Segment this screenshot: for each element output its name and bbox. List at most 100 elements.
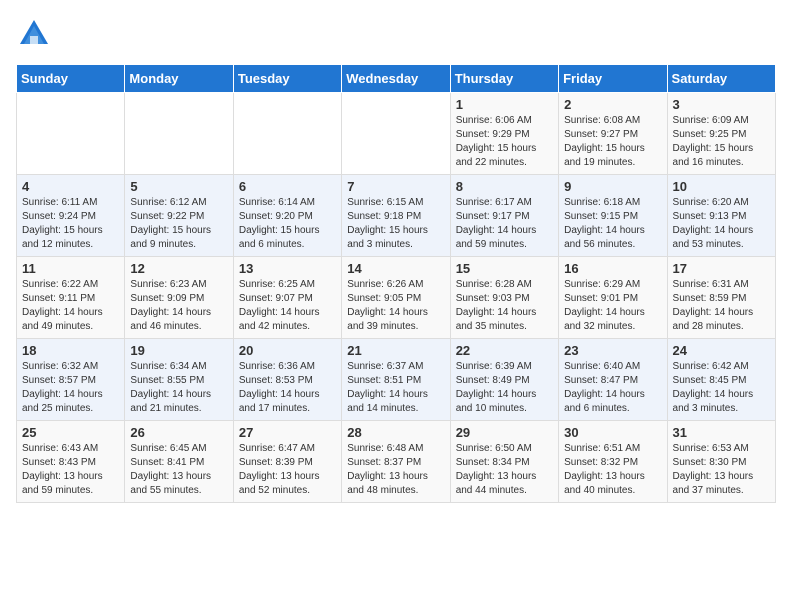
day-number: 15: [456, 261, 553, 276]
day-cell-15: 15 Sunrise: 6:28 AM Sunset: 9:03 PM Dayli…: [450, 257, 558, 339]
day-cell-17: 17Sunrise: 6:31 AM Sunset: 8:59 PM Dayli…: [667, 257, 775, 339]
day-info: Sunrise: 6:28 AM Sunset: 9:03 PM Dayligh…: [456, 278, 553, 334]
day-number: 29: [456, 425, 553, 440]
day-header-sunday: Sunday: [17, 65, 125, 93]
day-info: Sunrise: 6:15 AM Sunset: 9:18 PM Dayligh…: [347, 196, 444, 252]
day-info: Sunrise: 6:12 AM Sunset: 9:22 PM Dayligh…: [130, 196, 227, 252]
day-cell-4: 4 Sunrise: 6:11 AM Sunset: 9:24 PM Daylig…: [17, 175, 125, 257]
day-number: 23: [564, 343, 661, 358]
day-header-monday: Monday: [125, 65, 233, 93]
day-header-friday: Friday: [559, 65, 667, 93]
day-info: Sunrise: 6:36 AM Sunset: 8:53 PM Dayligh…: [239, 360, 336, 416]
week-row-5: 25 Sunrise: 6:43 AM Sunset: 8:43 PM Dayli…: [17, 421, 776, 503]
day-info: Sunrise: 6:39 AM Sunset: 8:49 PM Dayligh…: [456, 360, 553, 416]
calendar-table: SundayMondayTuesdayWednesdayThursdayFrid…: [16, 64, 776, 503]
day-number: 1: [456, 97, 553, 112]
day-cell-31: 31Sunrise: 6:53 AM Sunset: 8:30 PM Dayli…: [667, 421, 775, 503]
day-info: Sunrise: 6:40 AM Sunset: 8:47 PM Dayligh…: [564, 360, 661, 416]
day-info: Sunrise: 6:25 AM Sunset: 9:07 PM Dayligh…: [239, 278, 336, 334]
day-header-thursday: Thursday: [450, 65, 558, 93]
day-info: Sunrise: 6:29 AM Sunset: 9:01 PM Dayligh…: [564, 278, 661, 334]
day-cell-24: 24 Sunrise: 6:42 AM Sunset: 8:45 PM Dayli…: [667, 339, 775, 421]
day-number: 8: [456, 179, 553, 194]
day-cell-16: 16 Sunrise: 6:29 AM Sunset: 9:01 PM Dayli…: [559, 257, 667, 339]
day-cell-29: 29 Sunrise: 6:50 AM Sunset: 8:34 PM Dayli…: [450, 421, 558, 503]
day-info: Sunrise: 6:42 AM Sunset: 8:45 PM Dayligh…: [673, 360, 770, 416]
day-info: Sunrise: 6:17 AM Sunset: 9:17 PM Dayligh…: [456, 196, 553, 252]
week-row-4: 18 Sunrise: 6:32 AM Sunset: 8:57 PM Dayli…: [17, 339, 776, 421]
day-number: 27: [239, 425, 336, 440]
day-number: 3: [673, 97, 770, 112]
empty-cell: [342, 93, 450, 175]
logo: [16, 16, 56, 52]
day-cell-19: 19 Sunrise: 6:34 AM Sunset: 8:55 PM Dayli…: [125, 339, 233, 421]
day-info: Sunrise: 6:47 AM Sunset: 8:39 PM Dayligh…: [239, 442, 336, 498]
week-row-3: 11Sunrise: 6:22 AM Sunset: 9:11 PM Dayli…: [17, 257, 776, 339]
day-cell-13: 13 Sunrise: 6:25 AM Sunset: 9:07 PM Dayli…: [233, 257, 341, 339]
day-number: 20: [239, 343, 336, 358]
day-number: 16: [564, 261, 661, 276]
day-info: Sunrise: 6:32 AM Sunset: 8:57 PM Dayligh…: [22, 360, 119, 416]
day-cell-18: 18 Sunrise: 6:32 AM Sunset: 8:57 PM Dayli…: [17, 339, 125, 421]
day-cell-14: 14 Sunrise: 6:26 AM Sunset: 9:05 PM Dayli…: [342, 257, 450, 339]
day-info: Sunrise: 6:08 AM Sunset: 9:27 PM Dayligh…: [564, 114, 661, 170]
day-cell-3: 3 Sunrise: 6:09 AM Sunset: 9:25 PM Daylig…: [667, 93, 775, 175]
day-info: Sunrise: 6:09 AM Sunset: 9:25 PM Dayligh…: [673, 114, 770, 170]
day-number: 9: [564, 179, 661, 194]
day-number: 22: [456, 343, 553, 358]
day-cell-26: 26 Sunrise: 6:45 AM Sunset: 8:41 PM Dayli…: [125, 421, 233, 503]
day-cell-20: 20 Sunrise: 6:36 AM Sunset: 8:53 PM Dayli…: [233, 339, 341, 421]
day-info: Sunrise: 6:11 AM Sunset: 9:24 PM Dayligh…: [22, 196, 119, 252]
day-info: Sunrise: 6:50 AM Sunset: 8:34 PM Dayligh…: [456, 442, 553, 498]
day-info: Sunrise: 6:20 AM Sunset: 9:13 PM Dayligh…: [673, 196, 770, 252]
day-cell-10: 10 Sunrise: 6:20 AM Sunset: 9:13 PM Dayli…: [667, 175, 775, 257]
day-cell-30: 30Sunrise: 6:51 AM Sunset: 8:32 PM Dayli…: [559, 421, 667, 503]
day-cell-9: 9 Sunrise: 6:18 AM Sunset: 9:15 PM Daylig…: [559, 175, 667, 257]
day-info: Sunrise: 6:31 AM Sunset: 8:59 PM Dayligh…: [673, 278, 770, 334]
empty-cell: [17, 93, 125, 175]
day-number: 28: [347, 425, 444, 440]
day-number: 5: [130, 179, 227, 194]
day-info: Sunrise: 6:37 AM Sunset: 8:51 PM Dayligh…: [347, 360, 444, 416]
day-info: Sunrise: 6:06 AM Sunset: 9:29 PM Dayligh…: [456, 114, 553, 170]
logo-icon: [16, 16, 52, 52]
day-number: 2: [564, 97, 661, 112]
day-cell-7: 7 Sunrise: 6:15 AM Sunset: 9:18 PM Daylig…: [342, 175, 450, 257]
day-number: 7: [347, 179, 444, 194]
day-header-wednesday: Wednesday: [342, 65, 450, 93]
day-cell-27: 27 Sunrise: 6:47 AM Sunset: 8:39 PM Dayli…: [233, 421, 341, 503]
day-number: 26: [130, 425, 227, 440]
day-info: Sunrise: 6:43 AM Sunset: 8:43 PM Dayligh…: [22, 442, 119, 498]
day-number: 31: [673, 425, 770, 440]
day-cell-21: 21 Sunrise: 6:37 AM Sunset: 8:51 PM Dayli…: [342, 339, 450, 421]
week-row-1: 1 Sunrise: 6:06 AM Sunset: 9:29 PM Daylig…: [17, 93, 776, 175]
day-info: Sunrise: 6:26 AM Sunset: 9:05 PM Dayligh…: [347, 278, 444, 334]
day-info: Sunrise: 6:23 AM Sunset: 9:09 PM Dayligh…: [130, 278, 227, 334]
day-info: Sunrise: 6:48 AM Sunset: 8:37 PM Dayligh…: [347, 442, 444, 498]
day-info: Sunrise: 6:45 AM Sunset: 8:41 PM Dayligh…: [130, 442, 227, 498]
day-cell-25: 25 Sunrise: 6:43 AM Sunset: 8:43 PM Dayli…: [17, 421, 125, 503]
day-number: 18: [22, 343, 119, 358]
day-header-tuesday: Tuesday: [233, 65, 341, 93]
day-cell-6: 6Sunrise: 6:14 AM Sunset: 9:20 PM Daylig…: [233, 175, 341, 257]
day-cell-23: 23 Sunrise: 6:40 AM Sunset: 8:47 PM Dayli…: [559, 339, 667, 421]
empty-cell: [125, 93, 233, 175]
day-info: Sunrise: 6:34 AM Sunset: 8:55 PM Dayligh…: [130, 360, 227, 416]
day-number: 10: [673, 179, 770, 194]
day-number: 19: [130, 343, 227, 358]
page-header: [16, 16, 776, 52]
day-info: Sunrise: 6:51 AM Sunset: 8:32 PM Dayligh…: [564, 442, 661, 498]
day-cell-2: 2 Sunrise: 6:08 AM Sunset: 9:27 PM Daylig…: [559, 93, 667, 175]
day-header-saturday: Saturday: [667, 65, 775, 93]
day-info: Sunrise: 6:18 AM Sunset: 9:15 PM Dayligh…: [564, 196, 661, 252]
day-cell-11: 11Sunrise: 6:22 AM Sunset: 9:11 PM Dayli…: [17, 257, 125, 339]
week-row-2: 4 Sunrise: 6:11 AM Sunset: 9:24 PM Daylig…: [17, 175, 776, 257]
day-number: 21: [347, 343, 444, 358]
day-number: 24: [673, 343, 770, 358]
day-info: Sunrise: 6:22 AM Sunset: 9:11 PM Dayligh…: [22, 278, 119, 334]
day-number: 25: [22, 425, 119, 440]
day-number: 13: [239, 261, 336, 276]
day-number: 4: [22, 179, 119, 194]
day-number: 6: [239, 179, 336, 194]
day-number: 14: [347, 261, 444, 276]
